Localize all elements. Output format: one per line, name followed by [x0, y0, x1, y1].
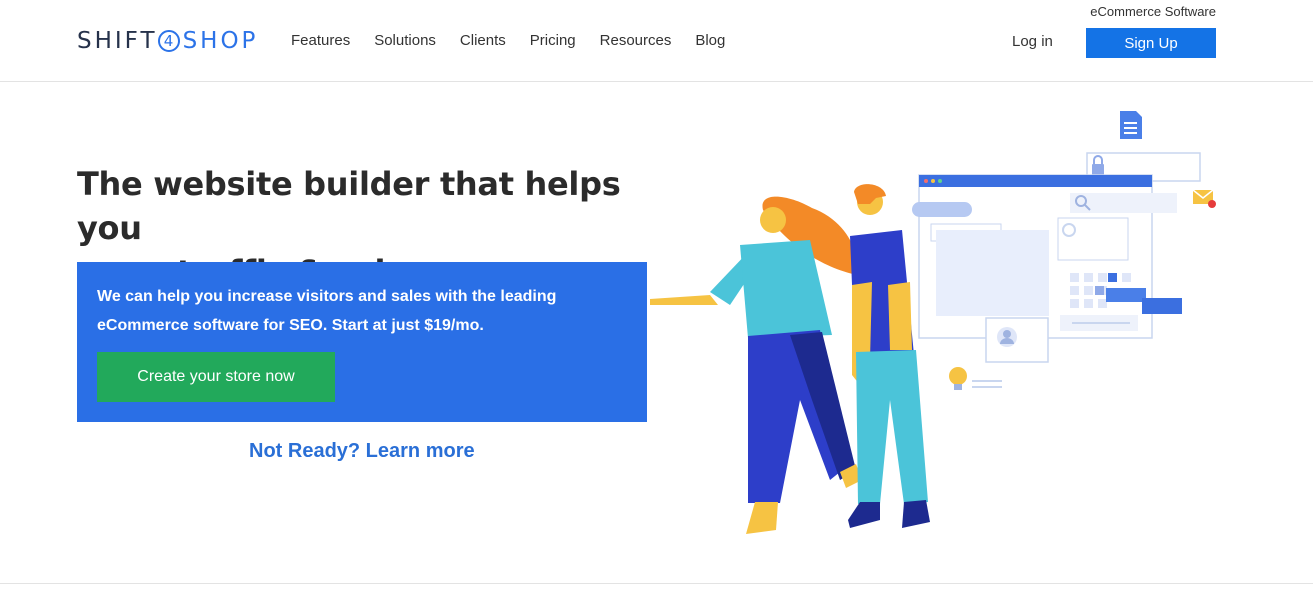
- nav-blog[interactable]: Blog: [695, 31, 725, 51]
- nav-solutions[interactable]: Solutions: [374, 31, 436, 51]
- signup-button[interactable]: Sign Up: [1086, 28, 1216, 58]
- woman-figure: [650, 196, 862, 534]
- user-icon: [997, 327, 1017, 347]
- learn-more-link[interactable]: Not Ready? Learn more: [249, 440, 475, 463]
- main-nav: Features Solutions Clients Pricing Resou…: [291, 31, 749, 51]
- hero-illustration: [650, 111, 1216, 534]
- hero-title-line1: The website builder that helps you: [77, 165, 621, 247]
- logo-text-shift: SHIFT: [77, 28, 158, 54]
- section-divider: [0, 583, 1313, 584]
- site-header: SHIFT 4 SHOP Features Solutions Clients …: [0, 0, 1313, 82]
- nav-pricing[interactable]: Pricing: [530, 31, 576, 51]
- logo-circle-four: 4: [157, 30, 180, 52]
- shift4shop-logo[interactable]: SHIFT 4 SHOP: [77, 27, 258, 55]
- login-link[interactable]: Log in: [1012, 33, 1053, 50]
- create-store-button[interactable]: Create your store now: [97, 352, 335, 402]
- ecommerce-software-tagline: eCommerce Software: [1090, 4, 1216, 19]
- logo-text-shop: SHOP: [182, 28, 259, 54]
- hero-description: We can help you increase visitors and sa…: [97, 288, 557, 334]
- envelope-icon: [1192, 189, 1216, 208]
- man-figure: [848, 184, 930, 528]
- hero-promo-box: We can help you increase visitors and sa…: [77, 262, 647, 422]
- nav-resources[interactable]: Resources: [600, 31, 672, 51]
- lightbulb-icon: [949, 367, 1002, 390]
- nav-clients[interactable]: Clients: [460, 31, 506, 51]
- nav-features[interactable]: Features: [291, 31, 350, 51]
- document-icon: [1120, 111, 1142, 139]
